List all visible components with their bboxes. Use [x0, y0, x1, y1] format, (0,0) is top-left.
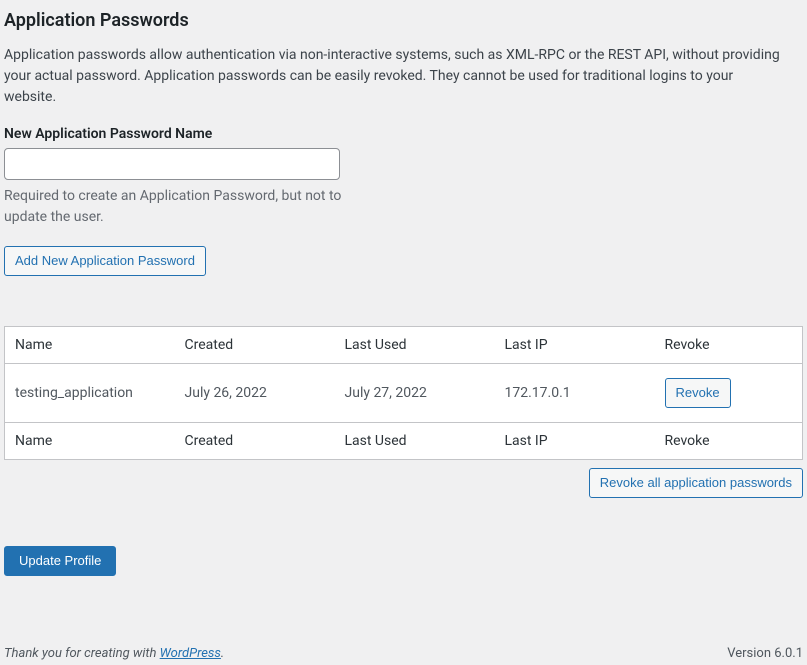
passwords-table: Name Created Last Used Last IP Revoke te… [4, 326, 803, 460]
footer-thankyou: Thank you for creating with WordPress. [4, 646, 224, 661]
cell-revoke: Revoke [655, 364, 803, 423]
table-header-row: Name Created Last Used Last IP Revoke [5, 327, 803, 364]
footer-wordpress-link[interactable]: WordPress [160, 646, 221, 661]
col-header-created: Created [175, 327, 335, 364]
section-heading: Application Passwords [4, 10, 803, 31]
cell-name: testing_application [5, 364, 175, 423]
col-header-name: Name [5, 327, 175, 364]
col-header-lastip: Last IP [495, 327, 655, 364]
section-description: Application passwords allow authenticati… [4, 45, 784, 108]
new-password-name-helper: Required to create an Application Passwo… [4, 186, 344, 228]
col-footer-revoke: Revoke [655, 423, 803, 460]
add-new-password-button[interactable]: Add New Application Password [4, 246, 206, 276]
page-footer: Thank you for creating with WordPress. V… [4, 646, 803, 661]
cell-lastused: July 27, 2022 [335, 364, 495, 423]
col-header-lastused: Last Used [335, 327, 495, 364]
col-footer-created: Created [175, 423, 335, 460]
table-row: testing_application July 26, 2022 July 2… [5, 364, 803, 423]
col-footer-lastip: Last IP [495, 423, 655, 460]
new-password-name-label: New Application Password Name [4, 126, 803, 142]
new-password-name-input[interactable] [4, 148, 340, 180]
revoke-button[interactable]: Revoke [665, 378, 731, 408]
col-header-revoke: Revoke [655, 327, 803, 364]
footer-thankyou-suffix: . [221, 646, 224, 661]
update-profile-button[interactable]: Update Profile [4, 546, 116, 576]
cell-lastip: 172.17.0.1 [495, 364, 655, 423]
col-footer-name: Name [5, 423, 175, 460]
revoke-all-button[interactable]: Revoke all application passwords [589, 468, 803, 498]
col-footer-lastused: Last Used [335, 423, 495, 460]
cell-created: July 26, 2022 [175, 364, 335, 423]
footer-thankyou-prefix: Thank you for creating with [4, 646, 160, 661]
table-footer-row: Name Created Last Used Last IP Revoke [5, 423, 803, 460]
footer-version: Version 6.0.1 [727, 646, 803, 661]
